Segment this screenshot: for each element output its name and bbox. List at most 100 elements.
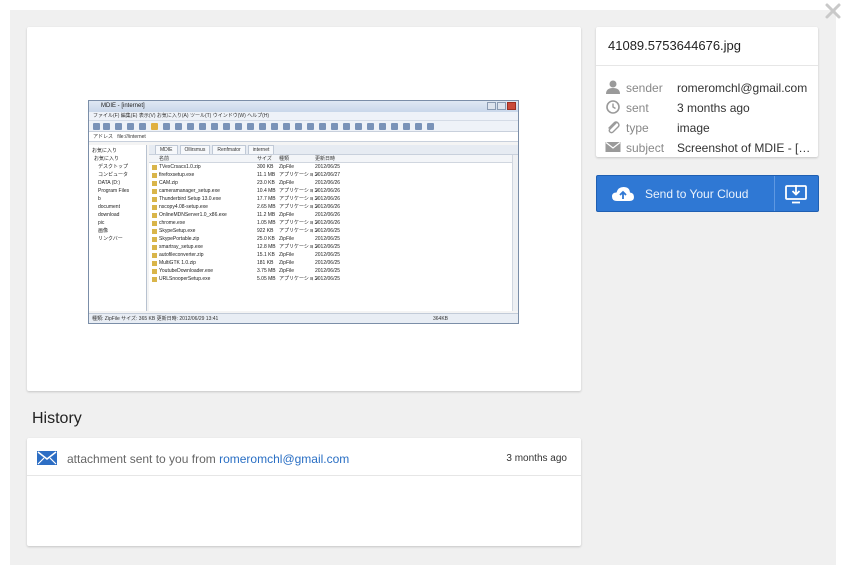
preview-file-name: firefoxsetup.exe [159, 172, 195, 178]
image-preview[interactable]: MDIE - [internet] ファイル(F) 編集(E) 表示(V) お気… [88, 100, 519, 324]
meta-value-subject: Screenshot of MDIE - [int... [677, 141, 813, 155]
preview-tab: MDIE [155, 145, 178, 154]
preview-file-date: 2012/06/27 [315, 172, 341, 178]
preview-file-date: 2012/06/26 [315, 188, 341, 194]
file-icon [152, 245, 157, 250]
file-icon [152, 269, 157, 274]
send-to-cloud-button[interactable]: Send to Your Cloud [596, 175, 819, 212]
preview-file-type: アプリケーション [279, 276, 319, 282]
preview-file-size: 2.65 MB [257, 204, 276, 210]
preview-tree-item: お気に入り [92, 148, 118, 154]
send-to-cloud-label: Send to Your Cloud [645, 187, 749, 201]
file-icon [152, 213, 157, 218]
preview-file-date: 2012/06/25 [315, 276, 341, 282]
preview-file-date: 2012/06/25 [315, 164, 341, 170]
preview-scrollbar [512, 155, 518, 311]
preview-tree-item: download [98, 212, 120, 218]
preview-file-row: YoutubeDownloader.exe 3.75 MB ZipFile 2012/… [149, 267, 518, 275]
envelope-icon [37, 451, 57, 465]
file-name: 41089.5753644676.jpg [608, 38, 742, 53]
file-icon [152, 173, 157, 178]
preview-address-label: アドレス [93, 134, 114, 140]
file-icon [152, 181, 157, 186]
file-icon [152, 205, 157, 210]
preview-file-type: ZipFile [279, 212, 295, 218]
preview-file-date: 2012/06/26 [315, 196, 341, 202]
preview-window-buttons [486, 102, 516, 115]
preview-file-row: CAM.zip 23.0 KB ZipFile 2012/06/26 [149, 179, 518, 187]
preview-status-size: 364KB [432, 316, 448, 322]
history-entry-time: 3 months ago [506, 453, 567, 464]
preview-tree-item: pic [98, 220, 105, 226]
preview-window-titlebar: MDIE - [internet] [89, 101, 518, 112]
meta-row-subject: subject Screenshot of MDIE - [int... [596, 138, 818, 158]
file-icon [152, 277, 157, 282]
preview-file-name: YoutubeDownloader.exe [159, 268, 214, 274]
preview-tree-item: document [98, 204, 120, 210]
preview-address-bar: アドレス file:///internet [89, 132, 518, 142]
file-icon [152, 197, 157, 202]
preview-file-type: ZipFile [279, 180, 295, 186]
preview-file-type: ZipFile [279, 260, 295, 266]
preview-file-type: ZipFile [279, 164, 295, 170]
preview-file-name: Thunderbird Setup 13.0.exe [159, 196, 221, 202]
preview-toolbar [89, 121, 518, 132]
preview-file-name: OnlineMDNServer1.0_x86.exe [159, 212, 227, 218]
preview-tree-item: デスクトップ [98, 164, 129, 170]
preview-file-date: 2012/06/26 [315, 204, 341, 210]
preview-file-size: 11.1 MB [257, 172, 276, 178]
history-title: History [32, 410, 82, 427]
preview-file-row: MultiGTK 1.0.zip 181 KB ZipFile 2012/06/25 [149, 259, 518, 267]
file-icon [152, 229, 157, 234]
preview-file-row: SkypeSetup.exe 922 KB アプリケーション 2012/06/25 [149, 227, 518, 235]
preview-file-size: 23.0 KB [257, 180, 275, 186]
preview-file-row: firefoxsetup.exe 11.1 MB アプリケーション 2012/06/2… [149, 171, 518, 179]
preview-file-name: TVexCrsacs1.0.zip [159, 164, 201, 170]
preview-file-size: 3.75 MB [257, 268, 276, 274]
preview-address-value: file:///internet [117, 134, 146, 140]
preview-file-name: nscopy4.08-setup.exe [159, 204, 208, 210]
preview-file-row: Thunderbird Setup 13.0.exe 17.7 MB アプリケーショ… [149, 195, 518, 203]
preview-file-name: SkypeSetup.exe [159, 228, 196, 234]
preview-file-row: OnlineMDNServer1.0_x86.exe 11.2 MB ZipFile… [149, 211, 518, 219]
preview-file-type: ZipFile [279, 268, 295, 274]
preview-column-header: 名前 サイズ 種類 更新日時 [149, 155, 518, 163]
preview-file-size: 11.2 MB [257, 212, 276, 218]
preview-file-type: アプリケーション [279, 196, 319, 202]
file-meta-card: 41089.5753644676.jpg sender romeromchl@g… [596, 27, 818, 157]
preview-file-size: 17.7 MB [257, 196, 276, 202]
preview-file-name: chrome.exe [159, 220, 186, 226]
preview-file-type: ZipFile [279, 236, 295, 242]
download-to-screen-icon[interactable] [785, 184, 807, 204]
preview-file-list: MDIE Ollirsmus Renfmator internet 名前 サイズ 種類… [149, 145, 518, 311]
preview-file-date: 2012/06/26 [315, 220, 341, 226]
preview-file-row: cameramanager_setup.exe 10.4 MB アプリケーション 20… [149, 187, 518, 195]
file-icon [152, 221, 157, 226]
history-sender-link[interactable]: romeromchl@gmail.com [219, 452, 349, 466]
meta-row-sender: sender romeromchl@gmail.com [596, 78, 818, 98]
preview-file-date: 2012/06/25 [315, 268, 341, 274]
preview-file-size: 12.8 MB [257, 244, 276, 250]
preview-file-row: SkypePortable.zip 25.0 KB ZipFile 2012/06/2… [149, 235, 518, 243]
button-split-divider [774, 176, 775, 211]
file-icon [152, 261, 157, 266]
preview-file-row: nscopy4.08-setup.exe 2.65 MB アプリケーション 2012/… [149, 203, 518, 211]
preview-file-type: アプリケーション [279, 204, 319, 210]
preview-file-size: 922 KB [257, 228, 274, 234]
meta-label-sent: sent [626, 101, 649, 115]
preview-file-name: MultiGTK 1.0.zip [159, 260, 196, 266]
preview-tree-item: コンピュータ [98, 172, 129, 178]
close-x-icon[interactable] [824, 2, 842, 20]
preview-file-type: アプリケーション [279, 244, 319, 250]
preview-file-size: 300 KB [257, 164, 274, 170]
file-icon [152, 189, 157, 194]
preview-file-name: cameramanager_setup.exe [159, 188, 220, 194]
preview-tree-item: お気に入り [94, 156, 120, 162]
preview-file-name: autofileconverter.zip [159, 252, 204, 258]
cloud-upload-icon [612, 187, 634, 201]
preview-tree-item: b [98, 196, 101, 202]
preview-file-type: アプリケーション [279, 228, 319, 234]
preview-file-date: 2012/06/25 [315, 244, 341, 250]
person-icon [606, 80, 620, 94]
meta-divider [596, 65, 818, 66]
